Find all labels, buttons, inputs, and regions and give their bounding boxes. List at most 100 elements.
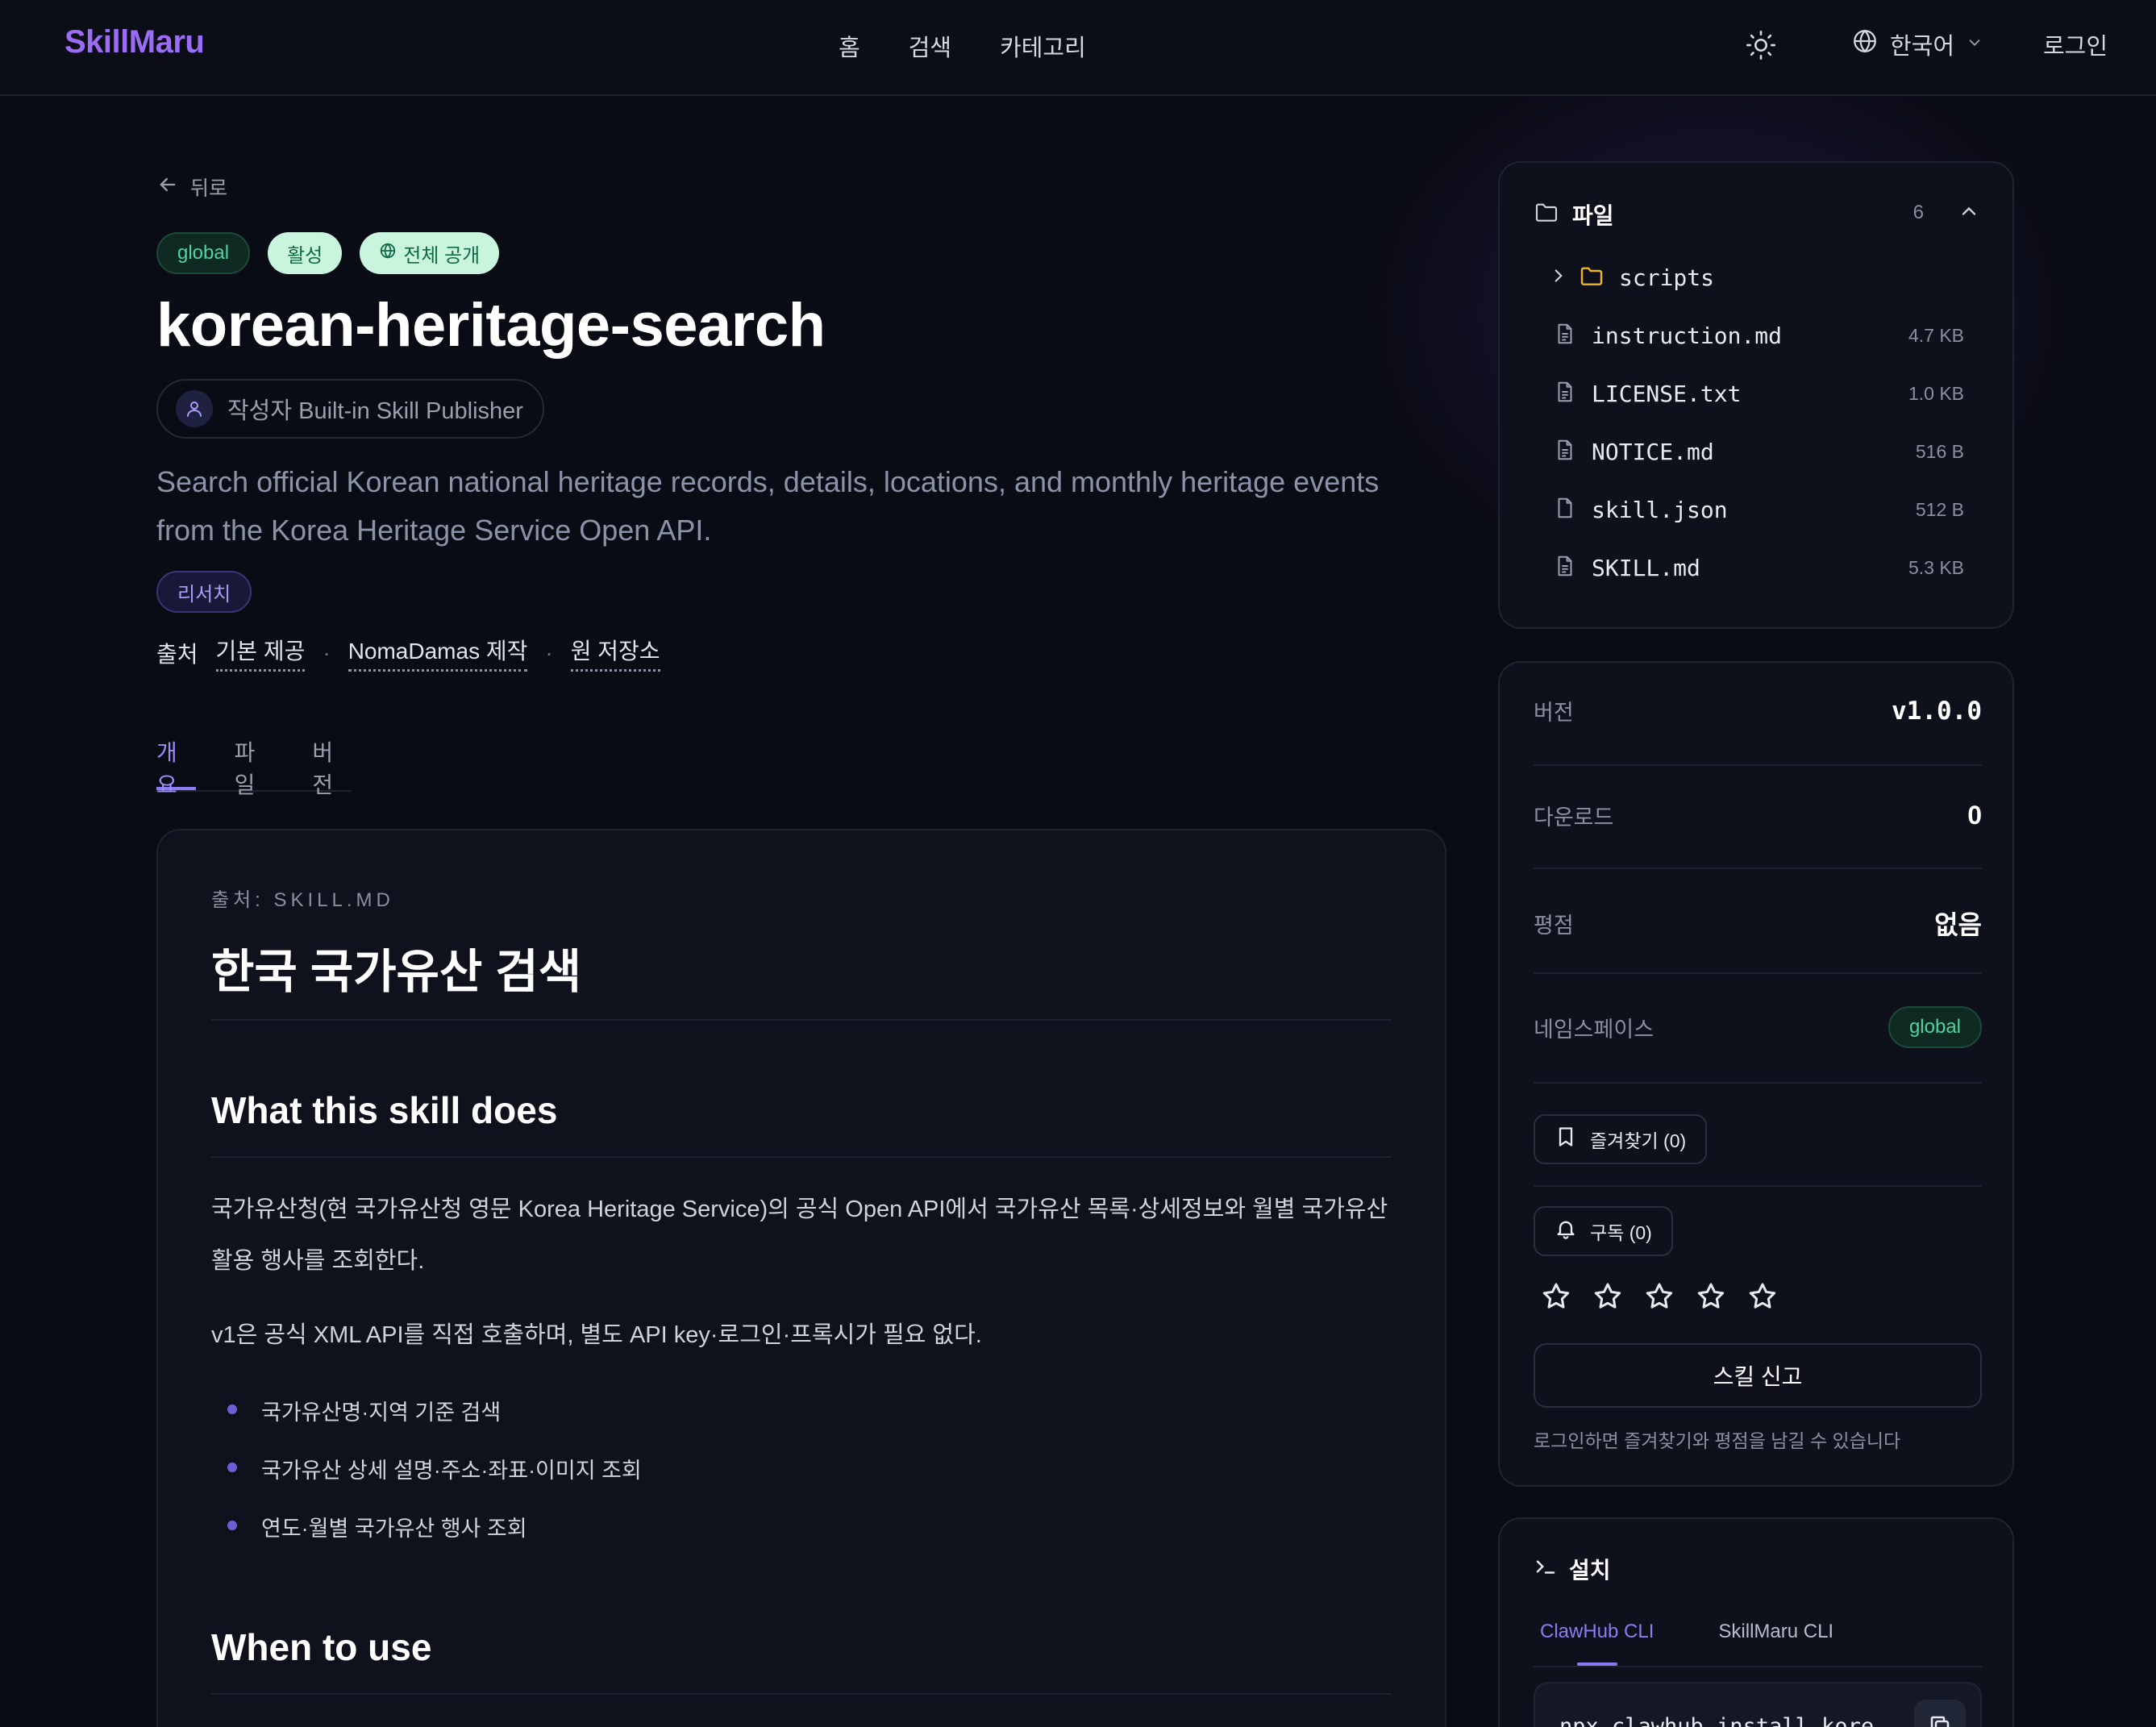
star-icon[interactable]: [1592, 1280, 1624, 1317]
file-name: LICENSE.txt: [1592, 380, 1742, 407]
subscribe-button[interactable]: 구독 (0): [1534, 1206, 1673, 1256]
install-command[interactable]: npx clawhub install kore: [1559, 1714, 1874, 1727]
file-size: 512 B: [1915, 498, 1964, 520]
folder-icon: [1534, 199, 1559, 231]
folder-row-scripts[interactable]: scripts: [1548, 261, 1959, 293]
namespace-badge: global: [156, 232, 251, 274]
login-note: 로그인하면 즐겨찾기와 평점을 남길 수 있습니다: [1534, 1430, 1901, 1451]
star-icon[interactable]: [1540, 1280, 1572, 1317]
bookmark-label: 즐겨찾기 (0): [1590, 1130, 1687, 1151]
copy-icon[interactable]: [1914, 1700, 1966, 1727]
source-info: 출처 기본 제공 · NomaDamas 제작 · 원 저장소: [156, 634, 660, 672]
version-value: v1.0.0: [1892, 696, 1982, 726]
files-count: 6: [1913, 202, 1924, 223]
source-label: 출처: [156, 641, 198, 667]
tab-overview[interactable]: 개요: [156, 735, 196, 797]
file-text-icon: [1553, 380, 1577, 408]
files-title: 파일: [1572, 203, 1614, 228]
skill-doc-panel: 출처: SKILL.MD 한국 국가유산 검색 What this skill …: [156, 829, 1446, 1727]
repo-link[interactable]: 원 저장소: [570, 634, 660, 672]
divider: [1534, 1082, 1982, 1084]
bookmark-button[interactable]: 즐겨찾기 (0): [1534, 1114, 1708, 1164]
visibility-label: 전체 공개: [403, 244, 481, 267]
file-row[interactable]: LICENSE.txt 1.0 KB: [1553, 377, 1964, 410]
doc-source: 출처: SKILL.MD: [211, 889, 394, 911]
provider-link[interactable]: 기본 제공: [215, 634, 306, 672]
star-icon[interactable]: [1695, 1280, 1727, 1317]
file-row[interactable]: instruction.md 4.7 KB: [1553, 319, 1964, 352]
file-size: 1.0 KB: [1908, 382, 1964, 404]
files-header[interactable]: 파일: [1534, 198, 1614, 231]
divider: [211, 1019, 1392, 1021]
language-label: 한국어: [1890, 34, 1955, 60]
folder-name: scripts: [1619, 264, 1715, 291]
bullet: [227, 1463, 237, 1472]
file-text-icon: [1553, 322, 1577, 350]
tab-clawhub-cli[interactable]: ClawHub CLI: [1534, 1621, 1660, 1666]
nav-home[interactable]: 홈: [839, 29, 860, 63]
chevron-up-icon[interactable]: [1958, 200, 1980, 227]
namespace-badge: global: [1888, 1006, 1982, 1048]
terminal-icon: [1534, 1554, 1558, 1584]
file-row[interactable]: NOTICE.md 516 B: [1553, 435, 1964, 468]
visibility-badge: 전체 공개: [360, 232, 500, 274]
brand-logo[interactable]: SkillMaru: [65, 24, 205, 60]
theme-toggle-sun-icon[interactable]: [1745, 29, 1777, 61]
file-text-icon: [1553, 554, 1577, 582]
maker-link[interactable]: NomaDamas 제작: [348, 634, 528, 672]
subscribe-label: 구독 (0): [1590, 1222, 1652, 1243]
skill-title: korean-heritage-search: [156, 291, 826, 360]
globe-icon: [379, 242, 397, 265]
language-selector[interactable]: 한국어: [1851, 27, 1983, 61]
install-header: 설치: [1534, 1553, 1611, 1585]
skill-badges: global 활성 전체 공개: [156, 232, 500, 274]
active-tab-indicator: [1577, 1662, 1617, 1666]
bookmark-icon: [1555, 1126, 1577, 1153]
back-link[interactable]: 뒤로: [156, 173, 227, 202]
star-icon[interactable]: [1643, 1280, 1675, 1317]
list-item-text: 국가유산 상세 설명·주소·좌표·이미지 조회: [261, 1459, 642, 1483]
doc-paragraph: 국가유산청(현 국가유산청 영문 Korea Heritage Service)…: [211, 1196, 1388, 1274]
install-command-box: npx clawhub install kore: [1534, 1682, 1982, 1727]
doc-heading: 한국 국가유산 검색: [211, 946, 582, 998]
file-name: SKILL.md: [1592, 554, 1700, 581]
file-row[interactable]: SKILL.md 5.3 KB: [1553, 551, 1964, 584]
globe-icon: [1851, 27, 1879, 61]
divider: [1534, 868, 1982, 869]
back-label: 뒤로: [190, 177, 228, 200]
list-item-text: 국가유산명·지역 기준 검색: [261, 1400, 502, 1425]
main-nav: 홈 검색 카테고리: [839, 29, 1086, 63]
file-icon: [1553, 496, 1577, 524]
namespace-row: 네임스페이스 global: [1534, 1006, 1982, 1048]
author-chip[interactable]: 작성자 Built-in Skill Publisher: [156, 379, 544, 439]
category-tag[interactable]: 리서치: [156, 571, 252, 613]
report-skill-button[interactable]: 스킬 신고: [1534, 1343, 1982, 1408]
file-name: instruction.md: [1592, 322, 1783, 349]
doc-section-heading: What this skill does: [211, 1089, 558, 1131]
divider: [211, 1693, 1392, 1695]
nav-search[interactable]: 검색: [909, 29, 951, 63]
star-icon[interactable]: [1746, 1280, 1779, 1317]
nav-category[interactable]: 카테고리: [1000, 29, 1086, 63]
bullet: [227, 1521, 237, 1530]
namespace-label: 네임스페이스: [1534, 1017, 1654, 1042]
file-size: 5.3 KB: [1908, 556, 1964, 578]
install-title: 설치: [1569, 1558, 1611, 1583]
tab-files[interactable]: 파일: [235, 735, 274, 797]
list-item: 연도·월별 국가유산 행사 조회: [211, 1511, 642, 1569]
divider: [1534, 1185, 1982, 1187]
install-card: 설치 ClawHub CLI SkillMaru CLI npx clawhub…: [1498, 1517, 2014, 1727]
file-row[interactable]: skill.json 512 B: [1553, 493, 1964, 526]
top-header: SkillMaru 홈 검색 카테고리 한국어 로그인: [0, 0, 2156, 96]
bullet: [227, 1404, 237, 1414]
list-item: 국가유산 상세 설명·주소·좌표·이미지 조회: [211, 1453, 642, 1511]
chevron-down-icon: [1966, 31, 1983, 58]
meta-card: 버전 v1.0.0 다운로드 0 평점 없음 네임스페이스 global 즐겨찾…: [1498, 661, 2014, 1487]
list-item-text: 연도·월별 국가유산 행사 조회: [261, 1517, 527, 1541]
tab-skillmaru-cli[interactable]: SkillMaru CLI: [1712, 1621, 1840, 1666]
files-card: 파일 6 scripts instruction.md 4.7 KB LICEN…: [1498, 161, 2014, 629]
login-link[interactable]: 로그인: [2043, 27, 2108, 61]
tab-versions[interactable]: 버전: [312, 735, 352, 797]
star-rating[interactable]: [1540, 1280, 1779, 1317]
file-size: 516 B: [1915, 440, 1964, 462]
